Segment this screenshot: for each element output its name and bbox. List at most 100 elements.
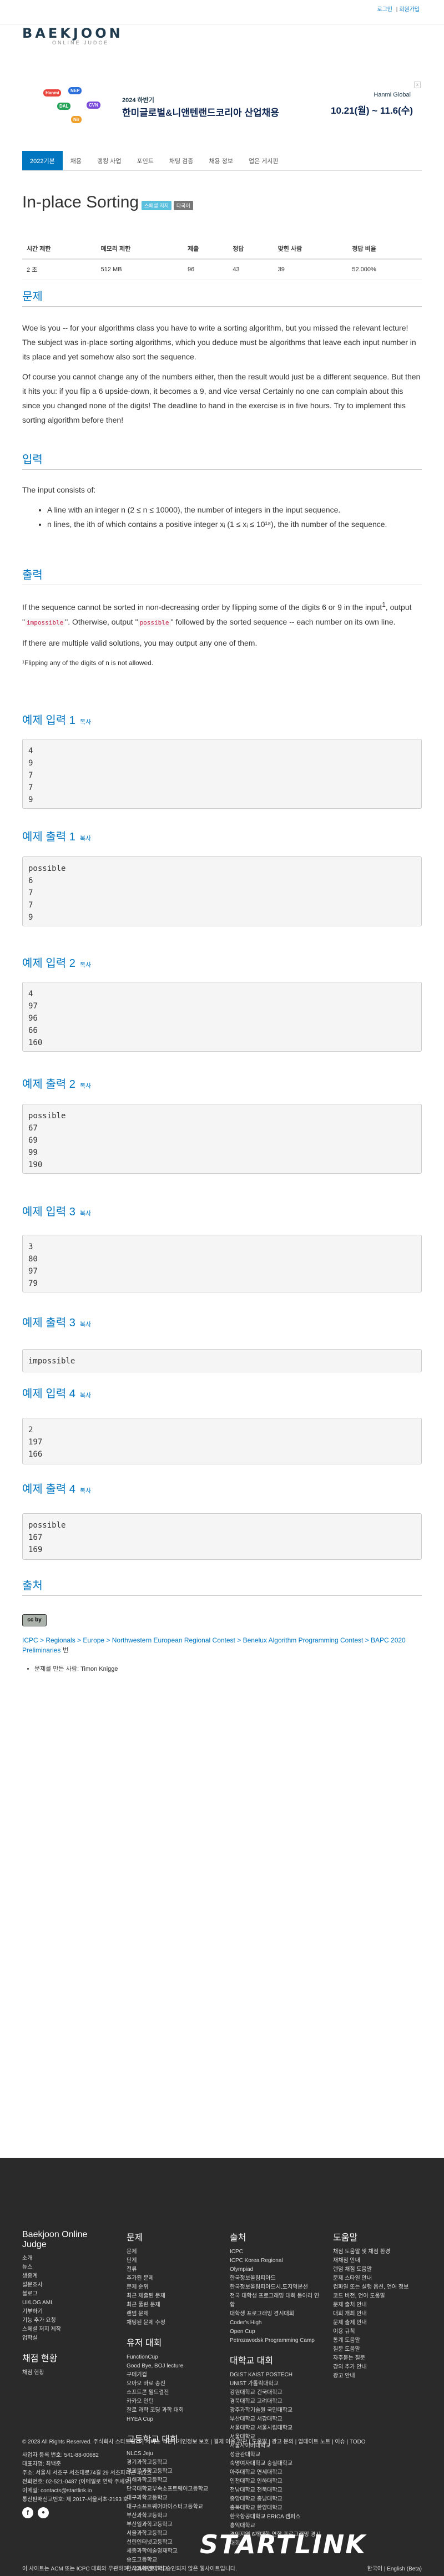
nav-tab[interactable]: 채팅 검증 xyxy=(162,151,201,170)
footer-heading: 문제 xyxy=(127,2233,143,2243)
logo-sub: ONLINE JUDGE xyxy=(52,40,109,45)
facebook-icon[interactable]: f xyxy=(22,2507,33,2518)
footer-link[interactable]: 통계 도움말 xyxy=(333,2336,422,2345)
footer-link[interactable]: 기능 추가 요청 xyxy=(22,2316,100,2325)
footer-link[interactable]: 부산과학고등학교 xyxy=(127,2512,215,2521)
startlink-logo[interactable]: STARTLINK xyxy=(200,2529,366,2559)
copy-button[interactable]: 복사 xyxy=(80,1392,91,1399)
site-logo[interactable]: BAEKJOON ONLINE JUDGE xyxy=(22,26,139,53)
footer-link[interactable]: 재채점 안내 xyxy=(333,2256,422,2265)
footer-link[interactable]: 이용 규칙 xyxy=(333,2327,422,2336)
footer-link[interactable]: ICPC xyxy=(230,2248,324,2256)
footer-link[interactable]: 문제 순위 xyxy=(127,2283,215,2292)
footer-link[interactable]: 카카오 인턴 xyxy=(127,2397,215,2406)
footer-link[interactable]: FunctionCup xyxy=(127,2353,215,2362)
footer-link[interactable]: Olympiad xyxy=(230,2265,324,2274)
footer-link[interactable]: 기부하기 xyxy=(22,2308,100,2316)
footer-link[interactable]: 질문 도움말 xyxy=(333,2345,422,2354)
footer-link[interactable]: 채점 현황 xyxy=(22,2369,100,2377)
info-value: 52.000% xyxy=(347,259,422,280)
footer-link[interactable]: 랜덤 문제 xyxy=(127,2310,215,2319)
footer-link[interactable]: 컴파일 또는 실행 옵션, 언어 정보 xyxy=(333,2283,422,2292)
footer-link[interactable]: 스페셜 저지 제작 xyxy=(22,2325,100,2334)
footer-link[interactable]: 강의 추가 안내 xyxy=(333,2363,422,2372)
footer-link[interactable]: ICPC Korea Regional xyxy=(230,2256,324,2265)
login-link[interactable]: 로그인 xyxy=(377,7,392,13)
footer-link[interactable]: 단계 xyxy=(127,2256,215,2265)
footer-link[interactable]: 대학생 프로그래밍 경시대회 xyxy=(230,2310,324,2319)
footer-link[interactable]: 문제 출제 안내 xyxy=(333,2319,422,2327)
input-item: A line with an integer n (2 ≤ n ≤ 10000)… xyxy=(47,503,422,517)
footer-link[interactable]: 채점 도움말 및 채점 환경 xyxy=(333,2248,422,2256)
badge-multilang[interactable]: 다국어 xyxy=(173,201,193,210)
copy-button[interactable]: 복사 xyxy=(80,1321,91,1328)
footer-link[interactable]: UNIST 가톨릭대학교 xyxy=(230,2380,324,2389)
footer-link[interactable]: DGIST KAIST POSTECH xyxy=(230,2371,324,2380)
footer-link[interactable]: 문제 xyxy=(127,2248,215,2256)
nav-tab[interactable]: 2022기본 xyxy=(22,151,63,170)
footer-link[interactable]: 충북대학교 한양대학교 xyxy=(230,2504,324,2513)
footer-link[interactable]: 오아오 바로 송진 xyxy=(127,2380,215,2389)
footer-list: 채점 현황 xyxy=(22,2369,100,2377)
footer-link[interactable]: 광주과학기술원 국민대학교 xyxy=(230,2406,324,2415)
footer-link[interactable]: Petrozavodsk Programming Camp xyxy=(230,2336,324,2345)
footer-link[interactable]: UI/LOG AMI xyxy=(22,2299,100,2308)
footer-link[interactable]: 뉴스 xyxy=(22,2263,100,2272)
footer-link[interactable]: 랜덤 채점 도움말 xyxy=(333,2265,422,2274)
copy-button[interactable]: 복사 xyxy=(80,962,91,968)
cc-license-icon[interactable]: cc by xyxy=(22,1614,47,1626)
output-p1d: " followed by the sorted sequence -- eac… xyxy=(170,617,396,626)
signup-link[interactable]: 회원가입 xyxy=(399,7,420,13)
footer-link[interactable]: 업학실 xyxy=(22,2334,100,2343)
nav-tab[interactable]: 랭킹 사업 xyxy=(89,151,129,170)
nav-tab[interactable]: 채용 xyxy=(63,151,89,170)
copy-button[interactable]: 복사 xyxy=(80,719,91,726)
footer-link[interactable]: HYEA Cup xyxy=(127,2415,215,2424)
source-path-text[interactable]: ICPC > Regionals > Europe > Northwestern… xyxy=(22,1636,406,1654)
language-switch[interactable]: 한국어 | English (Beta) xyxy=(367,2564,422,2572)
footer-link[interactable]: 경북대학교 고려대학교 xyxy=(230,2397,324,2406)
footer-link[interactable]: 소개 xyxy=(22,2254,100,2263)
footer-link[interactable]: 전류 xyxy=(127,2265,215,2274)
footer-link[interactable]: 강원대학교 건국대학교 xyxy=(230,2389,324,2397)
footer-link[interactable]: 채팅된 문제 수정 xyxy=(127,2319,215,2327)
footer-link[interactable]: 부산대학교 서강대학교 xyxy=(230,2415,324,2424)
footer-link[interactable]: 전국 대학생 프로그래밍 대회 동아리 연합 xyxy=(230,2292,324,2310)
copy-button[interactable]: 복사 xyxy=(80,1488,91,1494)
footer-link[interactable]: 코드 버전, 언어 도움말 xyxy=(333,2292,422,2301)
footer-link[interactable]: 자주묻는 질문 xyxy=(333,2354,422,2363)
footer-link[interactable]: Good Bye, BOJ lecture xyxy=(127,2362,215,2371)
footer-link[interactable]: 블로그 xyxy=(22,2290,100,2299)
footer-link[interactable]: Coder's High xyxy=(230,2319,324,2327)
footer-link[interactable]: 문제 출처 안내 xyxy=(333,2301,422,2310)
footer-link[interactable]: 부산일과학고등학교 xyxy=(127,2521,215,2529)
footer-link[interactable]: 최근 제출된 문제 xyxy=(127,2292,215,2301)
copy-button[interactable]: 복사 xyxy=(80,1210,91,1217)
footer-link[interactable]: 소프트콘 월드결전 xyxy=(127,2389,215,2397)
footer-link[interactable]: 한국정보올림피아드시.도지역본선 xyxy=(230,2283,324,2292)
footer-link[interactable]: 문제 스타일 안내 xyxy=(333,2274,422,2283)
footer-link[interactable]: 한국정보올림피아드 xyxy=(230,2274,324,2283)
footer-link[interactable]: 설문조사 xyxy=(22,2281,100,2290)
nav-tab[interactable]: 포인트 xyxy=(129,151,162,170)
copy-button[interactable]: 복사 xyxy=(80,835,91,842)
close-icon[interactable]: x xyxy=(414,82,421,88)
ad-banner[interactable]: Hanmi NEP DAL CVN Nir 2024 하반기 한미글로벌&니앤텐… xyxy=(22,80,422,136)
source-author-list: 문제를 만든 사람: Timon Knigge xyxy=(34,1664,118,1673)
github-icon[interactable]: ● xyxy=(38,2507,49,2518)
footer-link[interactable]: 최근 풀린 문제 xyxy=(127,2301,215,2310)
copy-button[interactable]: 복사 xyxy=(80,1083,91,1089)
nav-tab[interactable]: 채용 정보 xyxy=(201,151,241,170)
footer-link[interactable]: Open Cup xyxy=(230,2327,324,2336)
footer-link[interactable]: 생중계 xyxy=(22,2272,100,2281)
nav-tab[interactable]: 업은 게시판 xyxy=(241,151,286,170)
footer-list: 소개 뉴스 생중계 설문조사 블로그 UI/LOG AMI 기부하기 기능 추가 요청 스페셜 … xyxy=(22,2254,100,2343)
footer-link[interactable]: 한국항공대학교 ERICA 캠퍼스 xyxy=(230,2513,324,2522)
footer-info-line: 사업자 등록 번호: 541-88-00682 xyxy=(22,2452,99,2458)
footer-link[interactable]: 추가된 문제 xyxy=(127,2274,215,2283)
footer-link[interactable]: 대회 개최 안내 xyxy=(333,2310,422,2319)
footer-link[interactable]: 광고 안내 xyxy=(333,2372,422,2381)
footer-link[interactable]: 서울대학교 서울시립대학교 xyxy=(230,2424,324,2433)
footer-link[interactable]: 잘로 과학 코딩 과학 대회 xyxy=(127,2406,215,2415)
footer-link[interactable]: 구데기컵 xyxy=(127,2371,215,2380)
